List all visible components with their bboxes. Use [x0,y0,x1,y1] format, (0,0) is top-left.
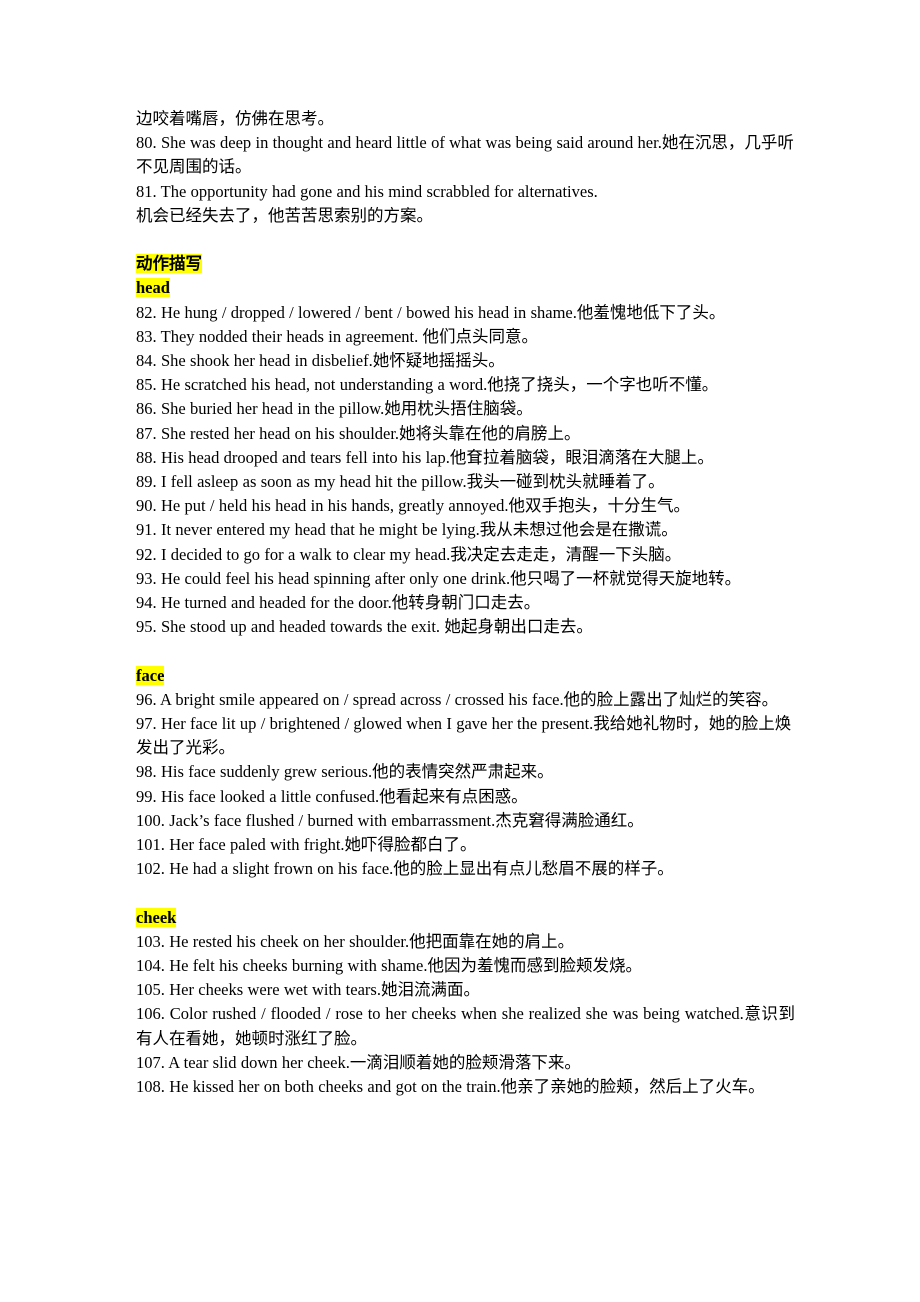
line-107: 107. A tear slid down her cheek.一滴泪顺着她的脸… [136,1052,581,1072]
section-face: face [136,664,795,688]
line-99: 99. His face looked a little confused.他看… [136,786,528,806]
document-page: 边咬着嘴唇，仿佛在思考。 80. She was deep in thought … [0,0,920,1302]
line-79-cont: 边咬着嘴唇，仿佛在思考。 [136,109,334,128]
line-93: 93. He could feel his head spinning afte… [136,568,742,588]
line-102: 102. He had a slight frown on his face.他… [136,859,674,879]
line-85: 85. He scratched his head, not understan… [136,375,719,395]
line-94: 94. He turned and headed for the door.他转… [136,593,541,613]
highlighted-heading-text: face [136,665,165,685]
line-87: 87. She rested her head on his shoulder.… [136,423,581,443]
line-97: 97. Her face lit up / brightened / glowe… [136,714,792,758]
line-100: 100. Jack’s face flushed / burned with e… [136,810,644,830]
line-81: 81. The opportunity had gone and his min… [136,181,598,201]
line-98: 98. His face suddenly grew serious.他的表情突… [136,762,554,782]
section-cheek: cheek [136,906,795,930]
line-81-cont: 机会已经失去了，他苦苦思索别的方案。 [136,205,433,225]
section-head: head [136,276,795,300]
line-88: 88. His head drooped and tears fell into… [136,447,714,467]
line-82: 82. He hung / dropped / lowered / bent /… [136,302,726,322]
line-105: 105. Her cheeks were wet with tears.她泪流满… [136,980,480,1000]
line-86: 86. She buried her head in the pillow.她用… [136,399,533,419]
highlighted-heading-text: 动作描写 [136,254,202,274]
line-80: 80. She was deep in thought and heard li… [136,133,794,177]
line-95: 95. She stood up and headed towards the … [136,617,593,637]
line-104: 104. He felt his cheeks burning with sha… [136,956,642,976]
highlighted-heading-text: cheek [136,907,177,927]
line-90: 90. He put / held his head in his hands,… [136,496,690,516]
line-83: 83. They nodded their heads in agreement… [136,326,539,346]
line-91: 91. It never entered my head that he mig… [136,520,678,540]
document-body: 边咬着嘴唇，仿佛在思考。 80. She was deep in thought … [136,107,795,1099]
line-84: 84. She shook her head in disbelief.她怀疑地… [136,351,505,371]
line-92: 92. I decided to go for a walk to clear … [136,544,682,564]
line-96: 96. A bright smile appeared on / spread … [136,689,779,709]
line-108: 108. He kissed her on both cheeks and go… [136,1077,765,1097]
line-106: 106. Color rushed / flooded / rose to he… [136,1004,795,1048]
line-101: 101. Her face paled with fright.她吓得脸都白了。 [136,835,477,855]
line-103: 103. He rested his cheek on her shoulder… [136,931,575,951]
highlighted-heading-text: head [136,278,170,298]
line-89: 89. I fell asleep as soon as my head hit… [136,472,665,492]
section-action-description: 动作描写 [136,252,795,276]
